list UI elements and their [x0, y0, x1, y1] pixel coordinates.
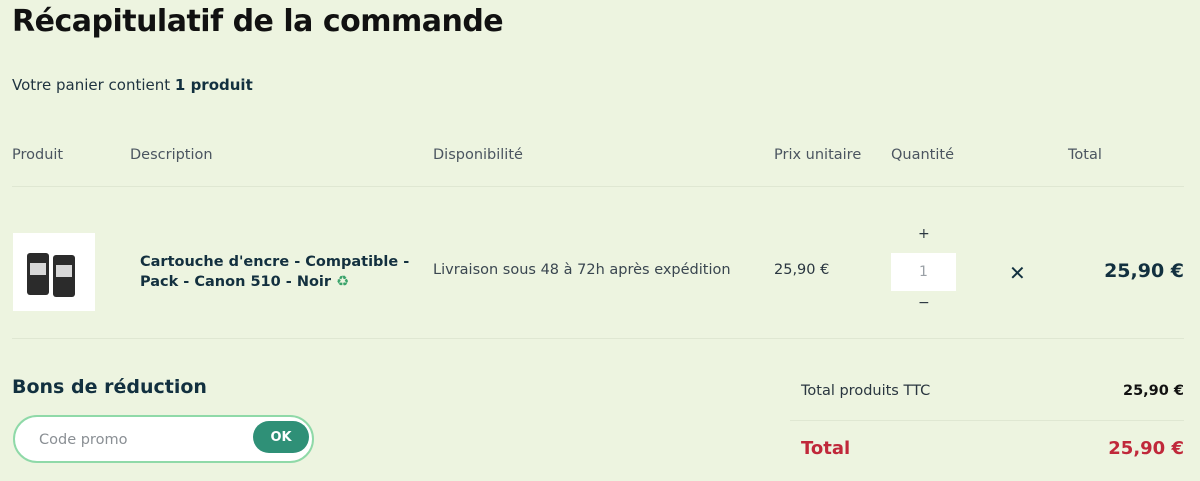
header-product: Produit: [12, 147, 64, 163]
header-availability: Disponibilité: [433, 147, 523, 163]
header-divider: [12, 186, 1184, 187]
availability-text: Livraison sous 48 à 72h après expédition: [433, 262, 731, 278]
cart-product-count: 1 produit: [174, 76, 253, 94]
product-image[interactable]: [13, 233, 95, 311]
quantity-input[interactable]: [891, 253, 956, 291]
cart-summary-prefix: Votre panier contient: [12, 76, 175, 94]
grand-total-value: 25,90 €: [1108, 438, 1184, 459]
header-unit-price: Prix unitaire: [774, 147, 862, 163]
quantity-decrease-button[interactable]: −: [918, 295, 930, 311]
recycle-icon: ♻: [336, 274, 350, 290]
product-name: Cartouche d'encre - Compatible - Pack - …: [140, 254, 410, 290]
row-divider: [12, 338, 1184, 339]
remove-item-icon[interactable]: ✕: [1009, 261, 1026, 285]
page-title: Récapitulatif de la commande: [12, 4, 504, 39]
ink-cartridge-shape: [53, 255, 75, 297]
ink-cartridge-shape: [27, 253, 49, 295]
unit-price: 25,90 €: [774, 262, 830, 278]
apply-promo-button[interactable]: OK: [253, 421, 309, 453]
product-name-link[interactable]: Cartouche d'encre - Compatible - Pack - …: [140, 252, 410, 292]
quantity-increase-button[interactable]: +: [918, 226, 930, 242]
promo-code-form: OK: [13, 415, 314, 463]
header-total: Total: [1068, 147, 1102, 163]
totals-divider: [790, 420, 1184, 421]
header-description: Description: [130, 147, 213, 163]
promo-code-input[interactable]: [37, 427, 251, 453]
grand-total-label: Total: [801, 438, 851, 459]
line-total: 25,90 €: [1104, 260, 1184, 282]
header-quantity: Quantité: [891, 147, 954, 163]
products-total-label: Total produits TTC: [801, 383, 931, 399]
products-total-value: 25,90 €: [1122, 383, 1184, 399]
vouchers-title: Bons de réduction: [12, 376, 207, 398]
cart-summary: Votre panier contient 1 produit: [12, 76, 253, 94]
